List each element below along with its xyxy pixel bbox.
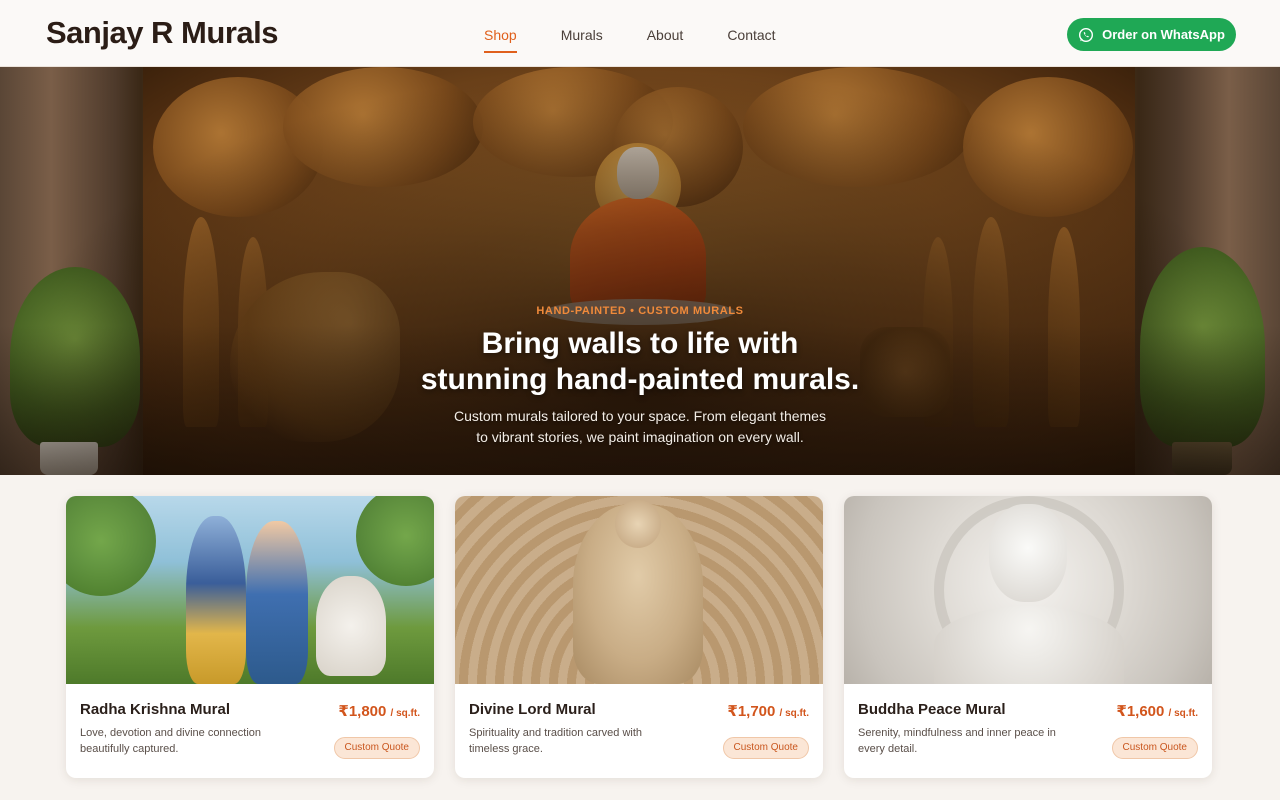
radha-krishna-mural-image[interactable] (66, 496, 434, 684)
hero-title-line-2: stunning hand-painted murals. (420, 363, 860, 396)
site-logo[interactable]: Sanjay R Murals (46, 15, 278, 51)
product-price: ₹1,700 / sq.ft. (727, 702, 809, 720)
order-whatsapp-button[interactable]: Order on WhatsApp (1067, 18, 1236, 51)
hero-subtitle: Custom murals tailored to your space. Fr… (0, 406, 1280, 448)
krishna-figure (186, 516, 246, 684)
hero-subtitle-line-2: to vibrant stories, we paint imagination… (476, 429, 804, 445)
custom-quote-button[interactable]: Custom Quote (333, 737, 420, 759)
custom-quote-button[interactable]: Custom Quote (1111, 737, 1198, 759)
product-price: ₹1,600 / sq.ft. (1116, 702, 1198, 720)
product-description: Serenity, mindfulness and inner peace in… (858, 727, 1056, 755)
product-description: Love, devotion and divine connection bea… (80, 727, 262, 755)
price-unit: / sq.ft. (779, 708, 809, 719)
nav-shop[interactable]: Shop (484, 27, 517, 53)
divine-lord-mural-image[interactable] (455, 496, 823, 684)
hero-eyebrow: HAND-PAINTED • CUSTOM MURALS (536, 305, 744, 317)
product-card-radha-krishna[interactable]: Radha Krishna Mural ₹1,800 / sq.ft. Love… (66, 496, 434, 778)
hero-title: Bring walls to life with stunning hand-p… (0, 326, 1280, 398)
nav-about[interactable]: About (647, 27, 684, 43)
product-description: Spirituality and tradition carved with t… (469, 727, 643, 755)
buddha-torso (934, 606, 1124, 684)
product-title[interactable]: Buddha Peace Mural (858, 701, 1006, 718)
product-card-buddha-peace[interactable]: Buddha Peace Mural ₹1,600 / sq.ft. Seren… (844, 496, 1212, 778)
main-nav: Shop Murals About Contact (484, 27, 820, 53)
cow-figure (316, 576, 386, 676)
product-title[interactable]: Radha Krishna Mural (80, 701, 230, 718)
hero-title-line-1: Bring walls to life with (481, 327, 799, 360)
deity-crown (615, 500, 661, 548)
price-unit: / sq.ft. (390, 708, 420, 719)
custom-quote-button[interactable]: Custom Quote (722, 737, 809, 759)
radha-figure (246, 521, 308, 684)
buddha-peace-mural-image[interactable] (844, 496, 1212, 684)
nav-contact[interactable]: Contact (727, 27, 775, 43)
hero-text: HAND-PAINTED • CUSTOM MURALS Bring walls… (0, 67, 1280, 475)
price-unit: / sq.ft. (1168, 708, 1198, 719)
whatsapp-icon (1079, 27, 1094, 42)
price-value: ₹1,600 (1116, 703, 1165, 720)
tree-left (66, 496, 156, 596)
nav-murals[interactable]: Murals (561, 27, 603, 43)
product-title[interactable]: Divine Lord Mural (469, 701, 596, 718)
product-price: ₹1,800 / sq.ft. (338, 702, 420, 720)
product-card-divine-lord[interactable]: Divine Lord Mural ₹1,700 / sq.ft. Spirit… (455, 496, 823, 778)
whatsapp-label: Order on WhatsApp (1102, 27, 1225, 42)
site-header: Sanjay R Murals Shop Murals About Contac… (0, 0, 1280, 67)
hero-banner: HAND-PAINTED • CUSTOM MURALS Bring walls… (0, 67, 1280, 475)
tree-right (356, 496, 434, 586)
price-value: ₹1,700 (727, 703, 776, 720)
hero-subtitle-line-1: Custom murals tailored to your space. Fr… (454, 408, 826, 424)
price-value: ₹1,800 (338, 703, 387, 720)
buddha-head (989, 504, 1067, 602)
